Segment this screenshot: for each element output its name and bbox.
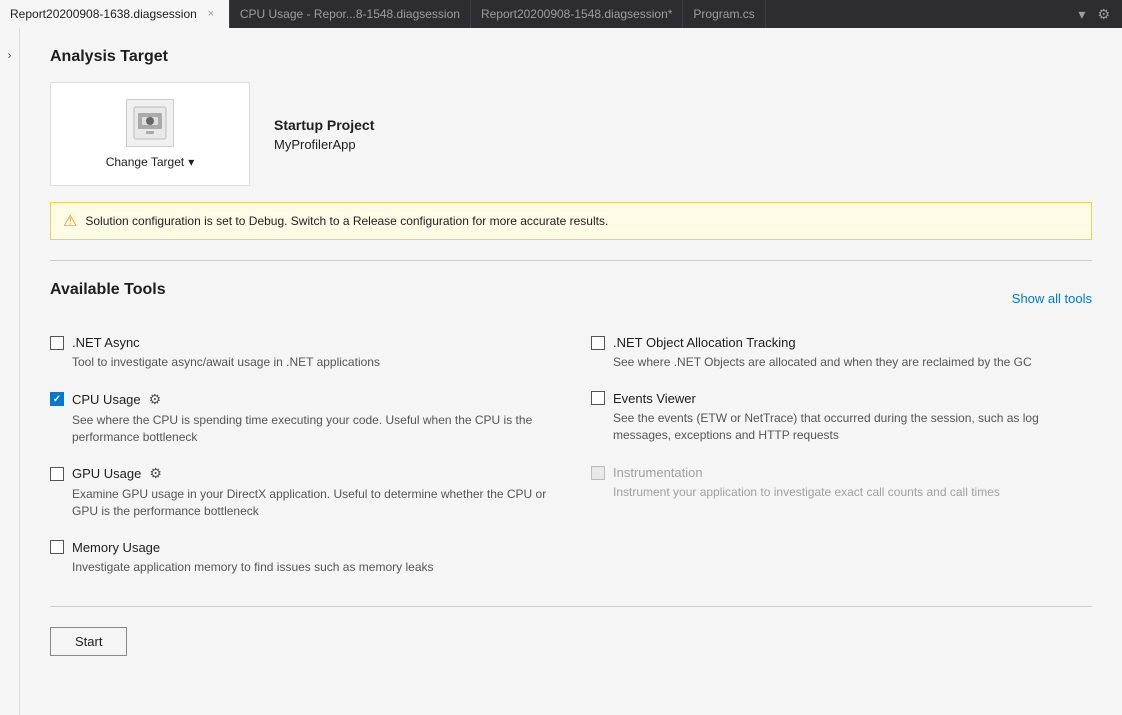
start-button[interactable]: Start — [50, 627, 127, 656]
events-viewer-checkbox[interactable] — [591, 391, 605, 405]
tab-report-1548[interactable]: Report20200908-1548.diagsession* — [471, 0, 683, 28]
tab-close-icon[interactable]: × — [203, 6, 219, 22]
change-target-label: Change Target ▾ — [106, 155, 195, 169]
target-info: Startup Project MyProfilerApp — [274, 117, 374, 152]
tab-label: Program.cs — [693, 7, 754, 21]
dotnet-object-alloc-name: .NET Object Allocation Tracking — [613, 335, 796, 350]
memory-usage-desc: Investigate application memory to find i… — [72, 559, 551, 576]
cpu-usage-gear-icon[interactable]: ⚙ — [149, 391, 162, 408]
tool-item-events-viewer: Events Viewer See the events (ETW or Net… — [591, 391, 1092, 446]
cpu-usage-checkbox[interactable] — [50, 392, 64, 406]
tool-item-cpu-usage: CPU Usage ⚙ See where the CPU is spendin… — [50, 391, 551, 446]
tab-dropdown-icon[interactable]: ▾ — [1074, 4, 1089, 25]
sidebar-toggle[interactable]: › — [0, 28, 20, 715]
analysis-target-section: Analysis Target Change Target ▾ — [50, 48, 1092, 240]
cpu-usage-desc: See where the CPU is spending time execu… — [72, 412, 551, 446]
dotnet-object-alloc-desc: See where .NET Objects are allocated and… — [613, 354, 1092, 371]
change-target-button[interactable]: Change Target ▾ — [50, 82, 250, 186]
tool-header: GPU Usage ⚙ — [50, 465, 551, 482]
events-viewer-name: Events Viewer — [613, 391, 696, 406]
tab-program-cs[interactable]: Program.cs — [683, 0, 765, 28]
section-divider — [50, 260, 1092, 261]
settings-icon[interactable]: ⚙ — [1093, 4, 1114, 25]
tools-grid: .NET Async Tool to investigate async/awa… — [50, 335, 1092, 596]
tab-report-1638[interactable]: Report20200908-1638.diagsession × — [0, 0, 230, 28]
available-tools-title: Available Tools — [50, 281, 166, 299]
instrumentation-desc: Instrument your application to investiga… — [613, 484, 1092, 501]
tool-header: Instrumentation — [591, 465, 1092, 480]
warning-banner: ⚠ Solution configuration is set to Debug… — [50, 202, 1092, 240]
cpu-usage-name: CPU Usage — [72, 392, 141, 407]
tab-label: CPU Usage - Repor...8-1548.diagsession — [240, 7, 460, 21]
tool-header: Events Viewer — [591, 391, 1092, 406]
instrumentation-name: Instrumentation — [613, 465, 703, 480]
gpu-usage-checkbox[interactable] — [50, 467, 64, 481]
tools-header: Available Tools Show all tools — [50, 281, 1092, 315]
dropdown-arrow-icon: ▾ — [188, 155, 194, 169]
gpu-usage-gear-icon[interactable]: ⚙ — [149, 465, 162, 482]
project-name-label: MyProfilerApp — [274, 137, 374, 152]
start-section: Start — [50, 606, 1092, 656]
gpu-usage-desc: Examine GPU usage in your DirectX applic… — [72, 486, 551, 520]
main-content: Analysis Target Change Target ▾ — [20, 28, 1122, 715]
warning-icon: ⚠ — [63, 211, 77, 231]
events-viewer-desc: See the events (ETW or NetTrace) that oc… — [613, 410, 1092, 444]
dotnet-async-checkbox[interactable] — [50, 336, 64, 350]
instrumentation-checkbox — [591, 466, 605, 480]
tool-header: .NET Async — [50, 335, 551, 350]
tool-item-memory-usage: Memory Usage Investigate application mem… — [50, 540, 551, 576]
project-type-label: Startup Project — [274, 117, 374, 133]
tool-header: .NET Object Allocation Tracking — [591, 335, 1092, 350]
memory-usage-name: Memory Usage — [72, 540, 160, 555]
tab-label: Report20200908-1638.diagsession — [10, 7, 197, 21]
tool-header: CPU Usage ⚙ — [50, 391, 551, 408]
dotnet-object-alloc-checkbox[interactable] — [591, 336, 605, 350]
target-row: Change Target ▾ Startup Project MyProfil… — [50, 82, 1092, 186]
show-all-tools-link[interactable]: Show all tools — [1012, 291, 1092, 306]
dotnet-async-desc: Tool to investigate async/await usage in… — [72, 354, 551, 371]
tool-item-gpu-usage: GPU Usage ⚙ Examine GPU usage in your Di… — [50, 465, 551, 520]
dotnet-async-name: .NET Async — [72, 335, 140, 350]
tool-item-instrumentation: Instrumentation Instrument your applicat… — [591, 465, 1092, 520]
tab-label: Report20200908-1548.diagsession* — [481, 7, 672, 21]
tool-item-dotnet-object-alloc: .NET Object Allocation Tracking See wher… — [591, 335, 1092, 371]
tab-cpu-usage[interactable]: CPU Usage - Repor...8-1548.diagsession — [230, 0, 471, 28]
memory-usage-checkbox[interactable] — [50, 540, 64, 554]
warning-text: Solution configuration is set to Debug. … — [85, 214, 608, 228]
tool-header: Memory Usage — [50, 540, 551, 555]
gpu-usage-name: GPU Usage — [72, 466, 141, 481]
tool-item-dotnet-async: .NET Async Tool to investigate async/awa… — [50, 335, 551, 371]
available-tools-section: Available Tools Show all tools .NET Asyn… — [50, 281, 1092, 596]
tab-bar: Report20200908-1638.diagsession × CPU Us… — [0, 0, 1122, 28]
analysis-target-title: Analysis Target — [50, 48, 1092, 66]
profiler-icon — [126, 99, 174, 147]
